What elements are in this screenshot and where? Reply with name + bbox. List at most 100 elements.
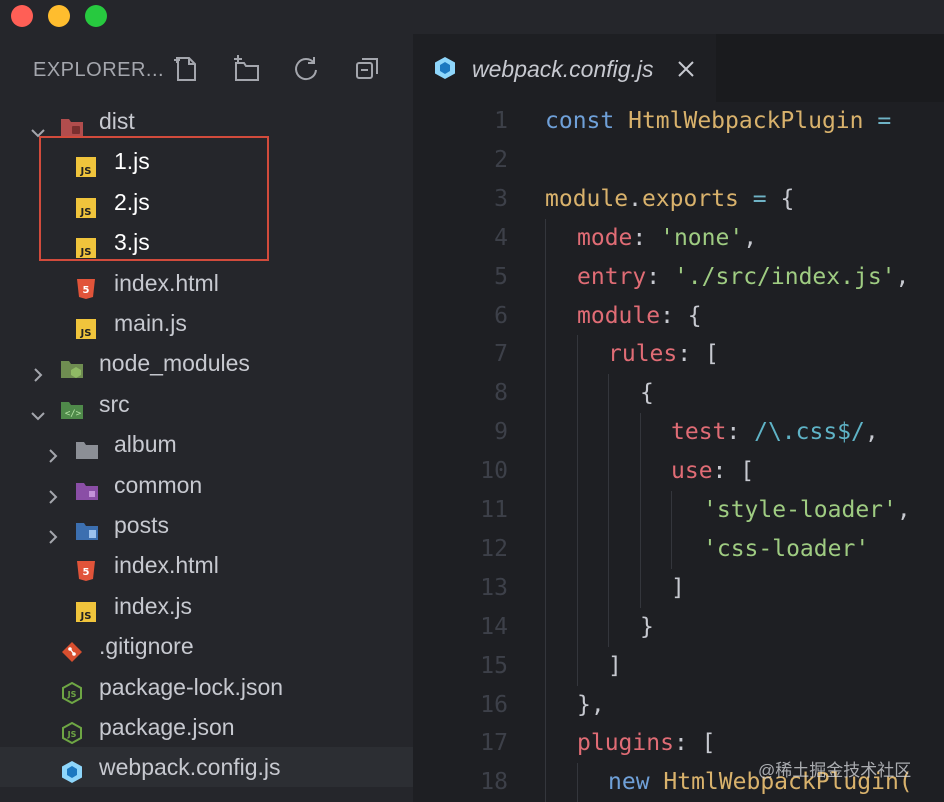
close-icon[interactable] bbox=[677, 60, 695, 78]
indent-guide bbox=[545, 763, 546, 802]
new-file-icon[interactable] bbox=[172, 54, 202, 84]
line-number: 3 bbox=[494, 186, 508, 212]
tree-item-package-lock-json[interactable]: JS package-lock.json bbox=[0, 667, 413, 707]
tree-item-posts[interactable]: posts bbox=[0, 505, 413, 545]
code-token: : [ bbox=[677, 341, 719, 367]
tree-item-album[interactable]: album bbox=[0, 424, 413, 464]
chevron-right-icon[interactable] bbox=[45, 477, 61, 504]
chevron-right-icon[interactable] bbox=[45, 436, 61, 463]
editor-pane: webpack.config.js 1 const HtmlWebpackPlug… bbox=[413, 34, 944, 802]
collapse-all-icon[interactable] bbox=[352, 54, 382, 84]
code-token: = bbox=[752, 186, 767, 212]
indent-guide bbox=[545, 724, 546, 763]
tree-item-src[interactable]: </> src bbox=[0, 384, 413, 424]
chevron-right-icon[interactable] bbox=[45, 517, 61, 544]
tree-item-node-modules[interactable]: node_modules bbox=[0, 343, 413, 383]
svg-text:JS: JS bbox=[67, 690, 77, 699]
line-number: 6 bbox=[494, 303, 508, 329]
tree-item-package-json[interactable]: JS package.json bbox=[0, 707, 413, 747]
code-token: : bbox=[646, 264, 674, 290]
code-token: 'css-loader' bbox=[703, 536, 870, 562]
traffic-light-maximize[interactable] bbox=[85, 5, 107, 27]
code-line: 'css-loader' bbox=[703, 530, 869, 569]
chevron-down-icon[interactable] bbox=[30, 113, 46, 138]
line-number: 17 bbox=[480, 730, 508, 756]
line-number: 1 bbox=[494, 108, 508, 134]
code-token: , bbox=[743, 225, 758, 251]
traffic-light-minimize[interactable] bbox=[48, 5, 70, 27]
js-file-icon: JS bbox=[75, 595, 99, 622]
tab-webpack-config[interactable]: webpack.config.js bbox=[413, 34, 716, 102]
line-number: 9 bbox=[494, 419, 508, 445]
tree-item-index-html[interactable]: 5 index.html bbox=[0, 545, 413, 585]
tree-item-label: package.json bbox=[99, 714, 235, 740]
code-token: ] bbox=[671, 575, 685, 601]
tree-item-main-js[interactable]: JS main.js bbox=[0, 303, 413, 343]
highlight-box bbox=[39, 136, 269, 261]
line-number: 15 bbox=[480, 653, 508, 679]
tree-item-label: posts bbox=[114, 512, 169, 538]
code-line: rules: [ bbox=[608, 335, 719, 374]
indent-guide bbox=[545, 297, 546, 336]
svg-text:5: 5 bbox=[83, 285, 90, 296]
line-number: 13 bbox=[480, 575, 508, 601]
indent-guide bbox=[608, 452, 609, 491]
svg-text:JS: JS bbox=[67, 730, 77, 739]
code-line: entry: './src/index.js', bbox=[577, 258, 909, 297]
tree-item-label: src bbox=[99, 391, 130, 417]
explorer-header: EXPLORER... bbox=[0, 48, 413, 92]
indent-guide bbox=[608, 530, 609, 569]
new-folder-icon[interactable] bbox=[232, 54, 262, 84]
html-file-icon: 5 bbox=[75, 272, 99, 299]
code-area[interactable]: 1 const HtmlWebpackPlugin = 2 3 module.expor… bbox=[413, 102, 944, 802]
tree-item-webpack-config-js[interactable]: webpack.config.js bbox=[0, 747, 413, 787]
indent-guide bbox=[545, 258, 546, 297]
nodejs-icon: JS bbox=[60, 716, 84, 745]
chevron-down-icon[interactable] bbox=[30, 396, 46, 421]
indent-guide bbox=[545, 219, 546, 258]
code-token: : [ bbox=[712, 458, 755, 484]
indent-guide bbox=[577, 452, 578, 491]
indent-guide bbox=[577, 763, 578, 802]
indent-guide bbox=[545, 530, 546, 569]
indent-guide bbox=[608, 413, 609, 452]
indent-guide bbox=[608, 491, 609, 530]
code-token: , bbox=[896, 497, 911, 523]
tree-item-label: common bbox=[114, 472, 203, 498]
code-token: rules bbox=[608, 341, 678, 367]
indent-guide bbox=[577, 569, 578, 608]
tree-item-label: album bbox=[114, 431, 177, 457]
code-token: 'none' bbox=[660, 225, 744, 251]
tree-item-label: index.html bbox=[114, 552, 219, 578]
code-line: use: [ bbox=[671, 452, 754, 491]
line-number: 11 bbox=[480, 497, 508, 523]
line-number: 16 bbox=[480, 692, 508, 718]
tree-item-index-html[interactable]: 5 index.html bbox=[0, 263, 413, 303]
tree-item-dist[interactable]: dist bbox=[0, 101, 413, 141]
code-token: plugins bbox=[577, 730, 674, 756]
code-line: }, bbox=[577, 686, 605, 725]
code-token: mode bbox=[577, 225, 633, 251]
indent-guide bbox=[577, 491, 578, 530]
tree-item-index-js[interactable]: JS index.js bbox=[0, 586, 413, 626]
tree-item-label: .gitignore bbox=[99, 633, 194, 659]
code-line: ] bbox=[608, 647, 622, 686]
indent-guide bbox=[545, 335, 546, 374]
code-token: ] bbox=[608, 653, 622, 679]
indent-guide bbox=[640, 530, 641, 569]
indent-guide bbox=[545, 491, 546, 530]
indent-guide bbox=[545, 452, 546, 491]
code-line: } bbox=[640, 608, 654, 647]
tree-item-common[interactable]: common bbox=[0, 465, 413, 505]
tree-item-gitignore[interactable]: .gitignore bbox=[0, 626, 413, 666]
code-token: : bbox=[632, 225, 661, 251]
js-file-icon: JS bbox=[75, 312, 99, 339]
webpack-icon bbox=[60, 756, 84, 783]
folder-dist-icon bbox=[60, 110, 84, 136]
traffic-light-close[interactable] bbox=[11, 5, 33, 27]
indent-guide bbox=[545, 569, 546, 608]
indent-guide bbox=[577, 530, 578, 569]
watermark: @稀土掘金技术社区 bbox=[758, 761, 912, 780]
chevron-right-icon[interactable] bbox=[30, 355, 46, 382]
refresh-icon[interactable] bbox=[292, 54, 322, 84]
